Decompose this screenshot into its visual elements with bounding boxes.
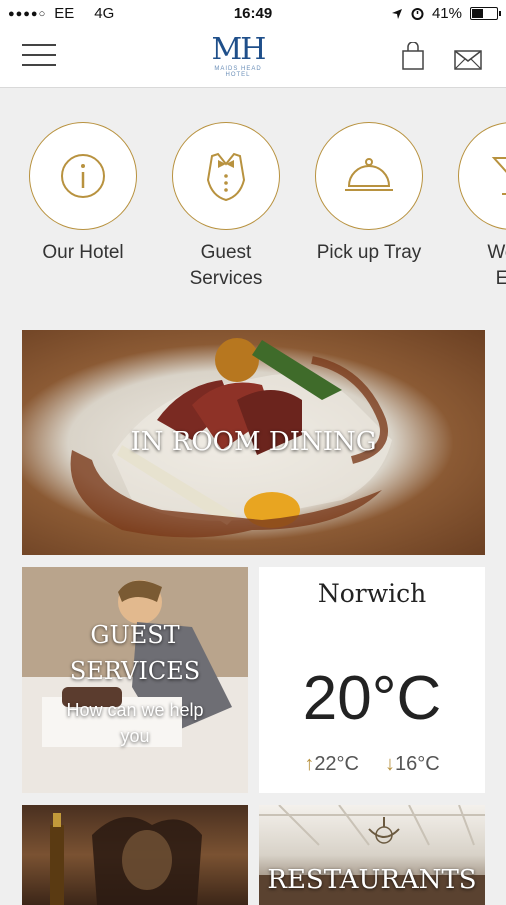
quick-link-label: Our Hotel xyxy=(42,242,124,263)
weather-low-value: 16°C xyxy=(395,753,440,775)
weather-high: ↑22°C xyxy=(304,753,359,776)
dining-title: IN ROOM DINING xyxy=(130,427,377,457)
hotel-logo[interactable]: MH MAIDS HEAD HOTEL xyxy=(203,32,273,79)
alarm-icon xyxy=(411,8,424,20)
cloche-icon xyxy=(345,158,393,191)
guest-services-tile[interactable]: GUEST SERVICES How can we help you xyxy=(22,567,248,793)
info-icon xyxy=(61,154,105,198)
mail-icon[interactable] xyxy=(454,50,482,70)
shopping-bag-icon[interactable] xyxy=(402,42,424,70)
menu-icon[interactable] xyxy=(22,44,56,68)
location-arrow-icon xyxy=(391,8,402,19)
logo-mark: MH xyxy=(211,32,267,67)
quick-link-pick-up-tray[interactable]: Pick up Tray xyxy=(299,122,439,266)
weather-tile[interactable]: Norwich 20°C ↑22°C ↓16°C xyxy=(259,567,485,793)
bar-tile[interactable] xyxy=(22,805,248,905)
quick-link-label: Guest Services xyxy=(189,242,263,289)
guest-services-subtitle: How can we help you xyxy=(66,700,204,746)
weather-high-value: 22°C xyxy=(314,753,359,775)
logo-subtext: MAIDS HEAD HOTEL xyxy=(214,66,262,78)
status-bar: ●●●●○ EE 4G 16:49 41% xyxy=(0,0,506,28)
in-room-dining-tile[interactable]: IN ROOM DINING xyxy=(22,330,485,555)
cocktail-icon xyxy=(491,157,506,195)
app-header: MH MAIDS HEAD HOTEL xyxy=(0,28,506,88)
bar-image xyxy=(50,813,202,905)
weather-temperature: 20°C xyxy=(302,664,442,733)
restaurants-title: RESTAURANTS xyxy=(267,865,477,895)
weather-city: Norwich xyxy=(317,579,427,608)
quick-links-carousel[interactable]: Our Hotel Guest Services Pick up Tray W … xyxy=(0,88,506,318)
quick-link-guest-services[interactable]: Guest Services xyxy=(156,122,296,292)
arrow-down-icon: ↓ xyxy=(385,753,395,775)
arrow-up-icon: ↑ xyxy=(304,753,315,775)
battery-icon xyxy=(470,7,501,20)
quick-link-weddings-events[interactable]: Wedd Eve xyxy=(442,122,506,292)
battery-percent: 41% xyxy=(431,5,462,22)
quick-link-our-hotel[interactable]: Our Hotel xyxy=(13,122,153,266)
bowtie-icon xyxy=(206,152,246,202)
quick-link-label: Pick up Tray xyxy=(316,242,422,263)
weather-low: ↓16°C xyxy=(385,753,440,776)
restaurants-tile[interactable]: RESTAURANTS xyxy=(259,805,485,905)
guest-services-title: GUEST SERVICES xyxy=(69,621,201,685)
quick-link-label: Wedd Eve xyxy=(487,242,506,289)
